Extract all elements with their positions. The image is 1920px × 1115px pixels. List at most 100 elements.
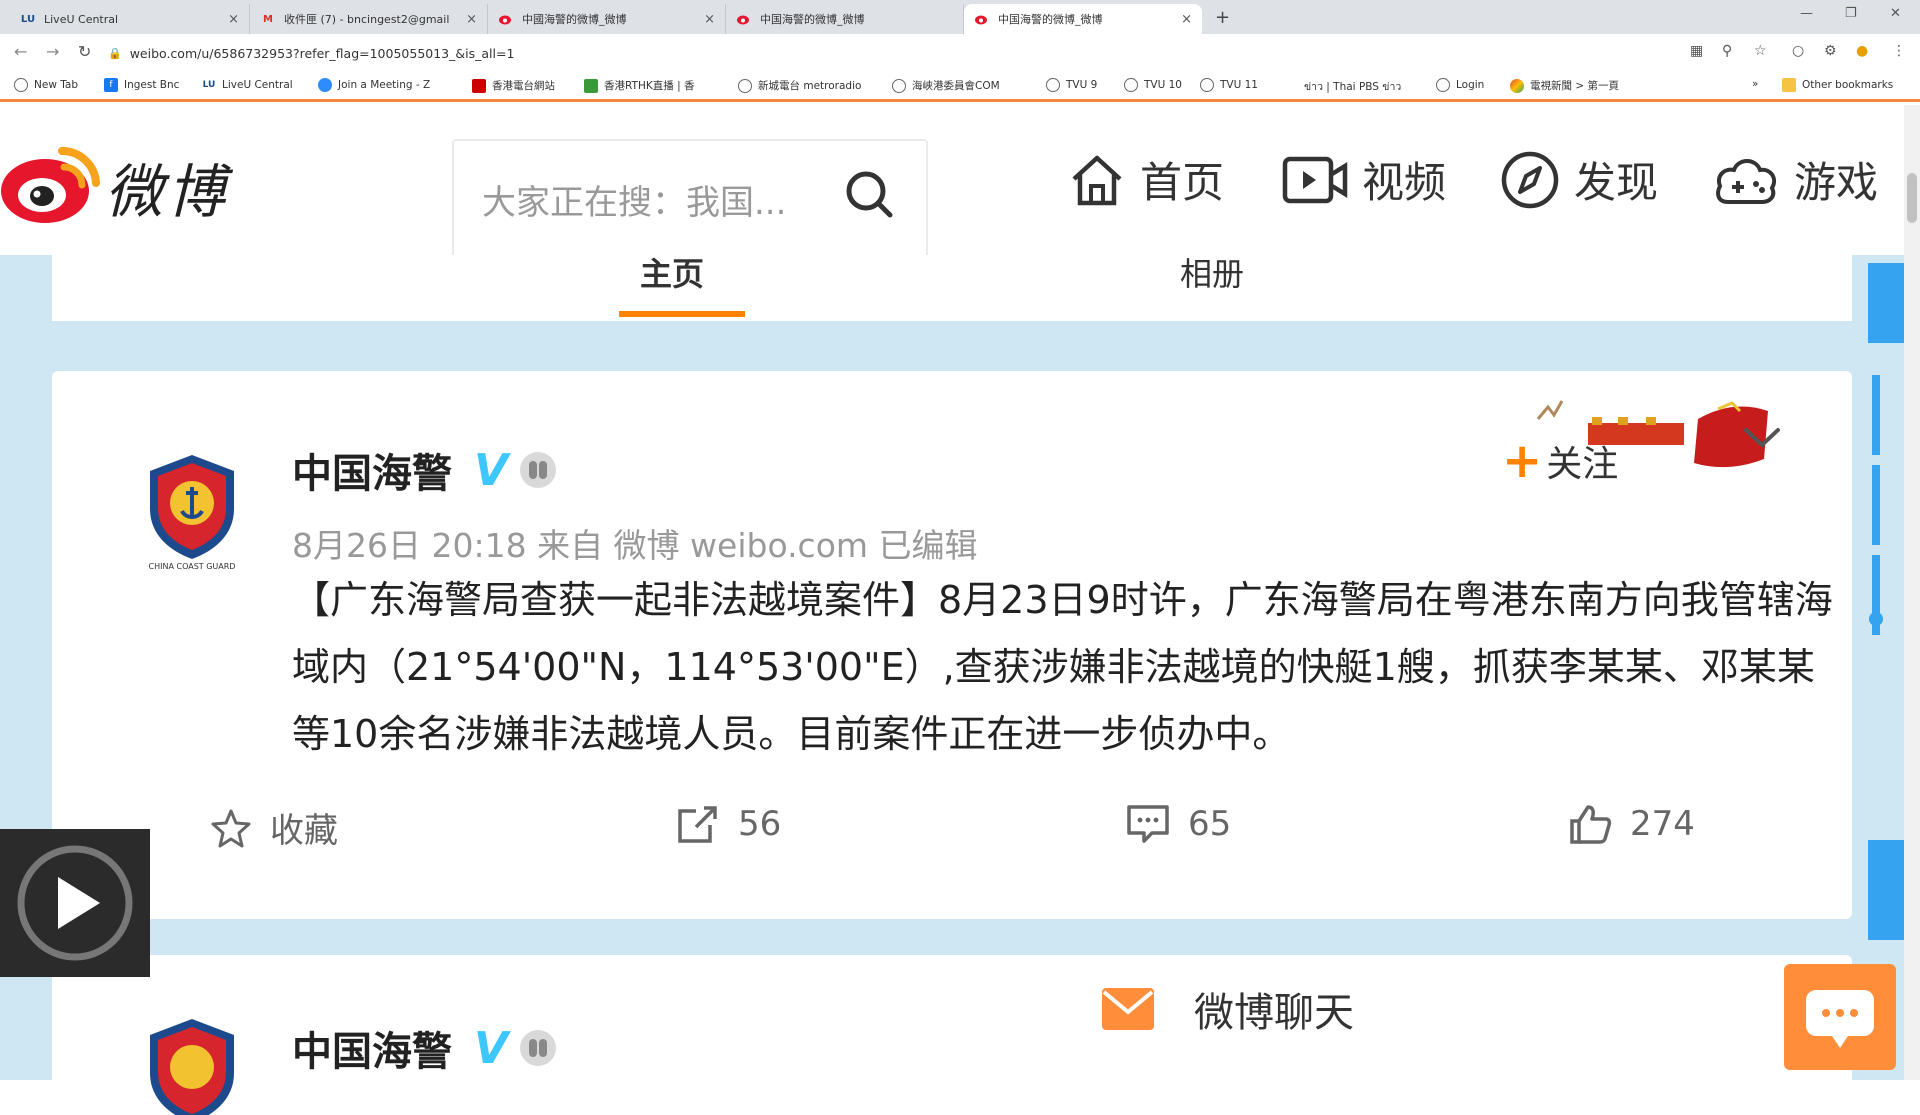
bookmark-item[interactable]: New Tab	[14, 78, 78, 92]
tab-home[interactable]: 主页	[640, 249, 704, 295]
search-placeholder: 大家正在搜：我国...	[482, 182, 787, 223]
favorite-button[interactable]: 收藏	[210, 803, 338, 852]
google-news-icon	[1510, 78, 1524, 93]
member-badge-icon	[520, 1030, 557, 1066]
comment-button[interactable]: 65	[1126, 803, 1231, 845]
browser-tab-bar: LU LiveU Central × M 收件匣 (7) - bncingest…	[0, 0, 1920, 34]
tab-weibo-2[interactable]: 中国海警的微博_微博	[726, 4, 964, 34]
close-tab-icon[interactable]: ×	[228, 12, 239, 27]
active-tab-indicator	[619, 311, 745, 317]
zoom-icon[interactable]: ⚲	[1722, 43, 1732, 59]
bookmark-star-icon[interactable]: ☆	[1754, 43, 1767, 59]
comment-icon	[1127, 805, 1169, 843]
close-tab-icon[interactable]: ×	[1181, 12, 1192, 27]
right-sidebar	[1868, 263, 1904, 940]
minimize-icon[interactable]: —	[1800, 6, 1813, 21]
video-player-overlay[interactable]	[0, 829, 150, 977]
chevron-down-icon[interactable]	[1742, 425, 1782, 451]
profile-subnav: 主页 相册	[52, 255, 1852, 321]
folder-icon	[1782, 78, 1796, 92]
bookmark-item[interactable]: TVU 11	[1200, 78, 1258, 92]
profile-icon[interactable]: ●	[1856, 43, 1868, 59]
avatar[interactable]	[142, 1015, 242, 1115]
nav-home[interactable]: 首页	[1068, 149, 1224, 210]
post-meta: 8月26日 20:18 来自 微博 weibo.com 已编辑	[292, 526, 978, 565]
extension-icon[interactable]: ○	[1792, 43, 1804, 59]
tab-weibo-active[interactable]: 中国海警的微博_微博 ×	[964, 4, 1202, 34]
globe-icon	[1046, 78, 1060, 92]
tab-title: 收件匣 (7) - bncingest2@gmail	[284, 13, 450, 26]
search-input[interactable]: 大家正在搜：我国...	[452, 139, 928, 259]
username-link[interactable]: 中国海警	[292, 1019, 452, 1077]
nav-game[interactable]: 游戏	[1714, 149, 1878, 210]
menu-icon[interactable]: ⋮	[1892, 43, 1906, 59]
globe-icon	[1124, 78, 1138, 92]
translate-icon[interactable]: ▦	[1690, 43, 1703, 59]
address-bar[interactable]: 🔒 weibo.com/u/6586732953?refer_flag=1005…	[108, 40, 1668, 66]
url-text: weibo.com/u/6586732953?refer_flag=100505…	[129, 45, 515, 61]
window-close-icon[interactable]: ✕	[1890, 6, 1901, 21]
post-text: 【广东海警局查获一起非法越境案件】8月23日9时许，广东海警局在粤港东南方向我管…	[292, 578, 1833, 756]
bookmark-item[interactable]: 海峽港委員會COM	[892, 78, 1000, 93]
nav-video[interactable]: 视频	[1282, 149, 1446, 210]
weibo-chat-bar[interactable]: 微博聊天	[1100, 980, 1354, 1038]
puzzle-icon[interactable]: ⚙	[1824, 43, 1837, 59]
chat-label: 微博聊天	[1194, 990, 1354, 1036]
zoom-app-icon	[318, 78, 332, 92]
bookmark-item[interactable]: LU LiveU Central	[202, 78, 293, 92]
liveu-favicon-icon: LU	[20, 13, 36, 25]
restore-icon[interactable]: ❐	[1845, 6, 1857, 21]
search-icon[interactable]	[844, 169, 896, 221]
tab-weibo-1[interactable]: 中國海警的微博_微博 ×	[488, 4, 726, 34]
post-author: 中国海警 V	[292, 441, 557, 499]
username-link[interactable]: 中国海警	[292, 441, 452, 499]
bookmark-item[interactable]: Join a Meeting - Z	[318, 78, 430, 92]
forward-icon[interactable]: →	[46, 42, 59, 61]
globe-icon	[1200, 78, 1214, 92]
bookmark-item[interactable]: Login	[1436, 78, 1484, 92]
video-icon	[1282, 156, 1348, 203]
chat-icon	[1806, 990, 1874, 1048]
repost-button[interactable]: 56	[676, 803, 781, 845]
close-tab-icon[interactable]: ×	[704, 12, 715, 27]
tab-title: 中国海警的微博_微博	[760, 13, 865, 26]
globe-icon	[1436, 78, 1450, 92]
back-icon[interactable]: ←	[14, 42, 27, 61]
home-icon	[1072, 155, 1122, 205]
bookmark-item[interactable]: TVU 9	[1046, 78, 1097, 92]
bookmarks-more-button[interactable]: »	[1752, 78, 1758, 90]
chat-bubble-button[interactable]	[1784, 964, 1896, 1070]
bookmark-item[interactable]: ข่าว | Thai PBS ข่าว	[1304, 78, 1401, 95]
globe-icon	[738, 78, 752, 93]
bookmark-item[interactable]: f Ingest Bnc	[104, 78, 179, 92]
gmail-favicon-icon: M	[263, 13, 273, 25]
page-scrollbar[interactable]	[1904, 105, 1920, 1080]
post-author: 中国海警 V	[292, 1019, 557, 1077]
weibo-logo-text: 微博	[105, 158, 230, 226]
weibo-header: 微博 大家正在搜：我国... 首页 视频 发现 游戏	[0, 105, 1904, 259]
share-icon	[678, 806, 717, 843]
scrollbar-thumb[interactable]	[1907, 173, 1917, 223]
feed-post: 中国海警 V	[52, 955, 1852, 1115]
facebook-icon: f	[104, 78, 118, 92]
reload-icon[interactable]: ↻	[78, 42, 91, 61]
tab-album[interactable]: 相册	[1180, 249, 1244, 295]
tab-liveu-central[interactable]: LU LiveU Central ×	[10, 4, 250, 34]
close-tab-icon[interactable]: ×	[466, 12, 477, 27]
like-button[interactable]: 274	[1568, 803, 1695, 845]
tab-gmail[interactable]: M 收件匣 (7) - bncingest2@gmail ×	[250, 4, 488, 34]
globe-icon	[14, 78, 28, 92]
bookmark-item[interactable]: 香港電台網站	[472, 78, 555, 93]
avatar[interactable]: CHINA COAST GUARD	[142, 451, 242, 571]
bookmark-item[interactable]: 香港RTHK直播 | 香	[584, 78, 694, 93]
svg-text:CHINA COAST GUARD: CHINA COAST GUARD	[149, 562, 236, 571]
other-bookmarks[interactable]: Other bookmarks	[1782, 78, 1893, 92]
new-tab-button[interactable]: +	[1215, 7, 1230, 28]
bookmark-item[interactable]: 新城電台 metroradio	[738, 78, 861, 93]
bookmark-item[interactable]: TVU 10	[1124, 78, 1182, 92]
nav-discover[interactable]: 发现	[1500, 149, 1658, 210]
verified-badge-icon: V	[474, 1022, 509, 1074]
bookmark-item[interactable]: 電視新聞 > 第一頁	[1510, 78, 1619, 93]
star-icon	[211, 809, 251, 847]
grid-icon	[584, 78, 598, 93]
